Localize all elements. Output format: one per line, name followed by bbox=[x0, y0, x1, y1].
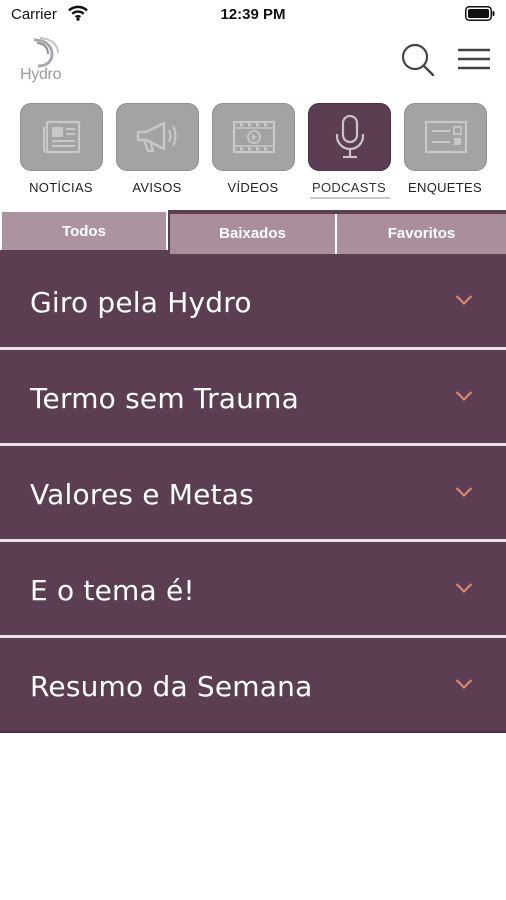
category-bar: NOTÍCIAS AVISOS VÍDEOS PODCASTS ENQUETES bbox=[0, 102, 506, 202]
podcast-title: E o tema é! bbox=[30, 574, 195, 607]
menu-button[interactable] bbox=[456, 46, 492, 74]
category-videos[interactable]: VÍDEOS bbox=[210, 102, 296, 202]
podcast-title: Resumo da Semana bbox=[30, 670, 313, 703]
podcast-title: Valores e Metas bbox=[30, 478, 254, 511]
megaphone-icon bbox=[136, 121, 177, 153]
category-tile bbox=[308, 103, 391, 171]
podcast-item[interactable]: Giro pela Hydro bbox=[0, 254, 506, 350]
podcast-item[interactable]: Termo sem Trauma bbox=[0, 350, 506, 446]
tab-baixados[interactable]: Baixados bbox=[170, 214, 337, 254]
category-label: NOTÍCIAS bbox=[29, 180, 93, 195]
category-tile bbox=[20, 103, 103, 171]
category-tile bbox=[404, 103, 487, 171]
chevron-down-icon bbox=[455, 583, 473, 594]
category-enquetes[interactable]: ENQUETES bbox=[402, 102, 488, 202]
podcast-item[interactable]: Resumo da Semana bbox=[0, 638, 506, 733]
category-tile bbox=[116, 103, 199, 171]
podcast-title: Termo sem Trauma bbox=[30, 382, 299, 415]
chevron-down-icon bbox=[455, 295, 473, 306]
chevron-down-icon bbox=[455, 679, 473, 690]
filter-tabs: Todos Baixados Favoritos bbox=[0, 210, 506, 254]
category-label: VÍDEOS bbox=[227, 180, 279, 195]
battery-icon bbox=[465, 6, 495, 21]
category-label: PODCASTS bbox=[312, 180, 386, 195]
tab-favoritos[interactable]: Favoritos bbox=[337, 214, 506, 254]
category-podcasts[interactable]: PODCASTS bbox=[306, 102, 392, 202]
search-button[interactable] bbox=[400, 42, 436, 78]
video-icon bbox=[232, 120, 275, 154]
podcast-list: Giro pela Hydro Termo sem Trauma Valores… bbox=[0, 254, 506, 733]
poll-icon bbox=[424, 120, 467, 154]
search-icon bbox=[401, 43, 435, 77]
category-label: AVISOS bbox=[132, 180, 182, 195]
logo-text: Hydro bbox=[20, 66, 62, 83]
category-noticias[interactable]: NOTÍCIAS bbox=[18, 102, 104, 202]
chevron-down-icon bbox=[455, 391, 473, 402]
microphone-icon bbox=[335, 114, 364, 159]
podcast-title: Giro pela Hydro bbox=[30, 286, 252, 319]
podcast-item[interactable]: E o tema é! bbox=[0, 542, 506, 638]
category-avisos[interactable]: AVISOS bbox=[114, 102, 200, 202]
active-category-underline bbox=[310, 197, 390, 199]
category-label: ENQUETES bbox=[408, 180, 482, 195]
tab-todos[interactable]: Todos bbox=[0, 210, 168, 250]
newspaper-icon bbox=[42, 120, 80, 154]
hamburger-menu-icon bbox=[458, 48, 490, 70]
podcast-item[interactable]: Valores e Metas bbox=[0, 446, 506, 542]
clock: 12:39 PM bbox=[220, 6, 286, 23]
status-bar: Carrier 12:39 PM bbox=[0, 0, 506, 30]
chevron-down-icon bbox=[455, 487, 473, 498]
category-tile bbox=[212, 103, 295, 171]
